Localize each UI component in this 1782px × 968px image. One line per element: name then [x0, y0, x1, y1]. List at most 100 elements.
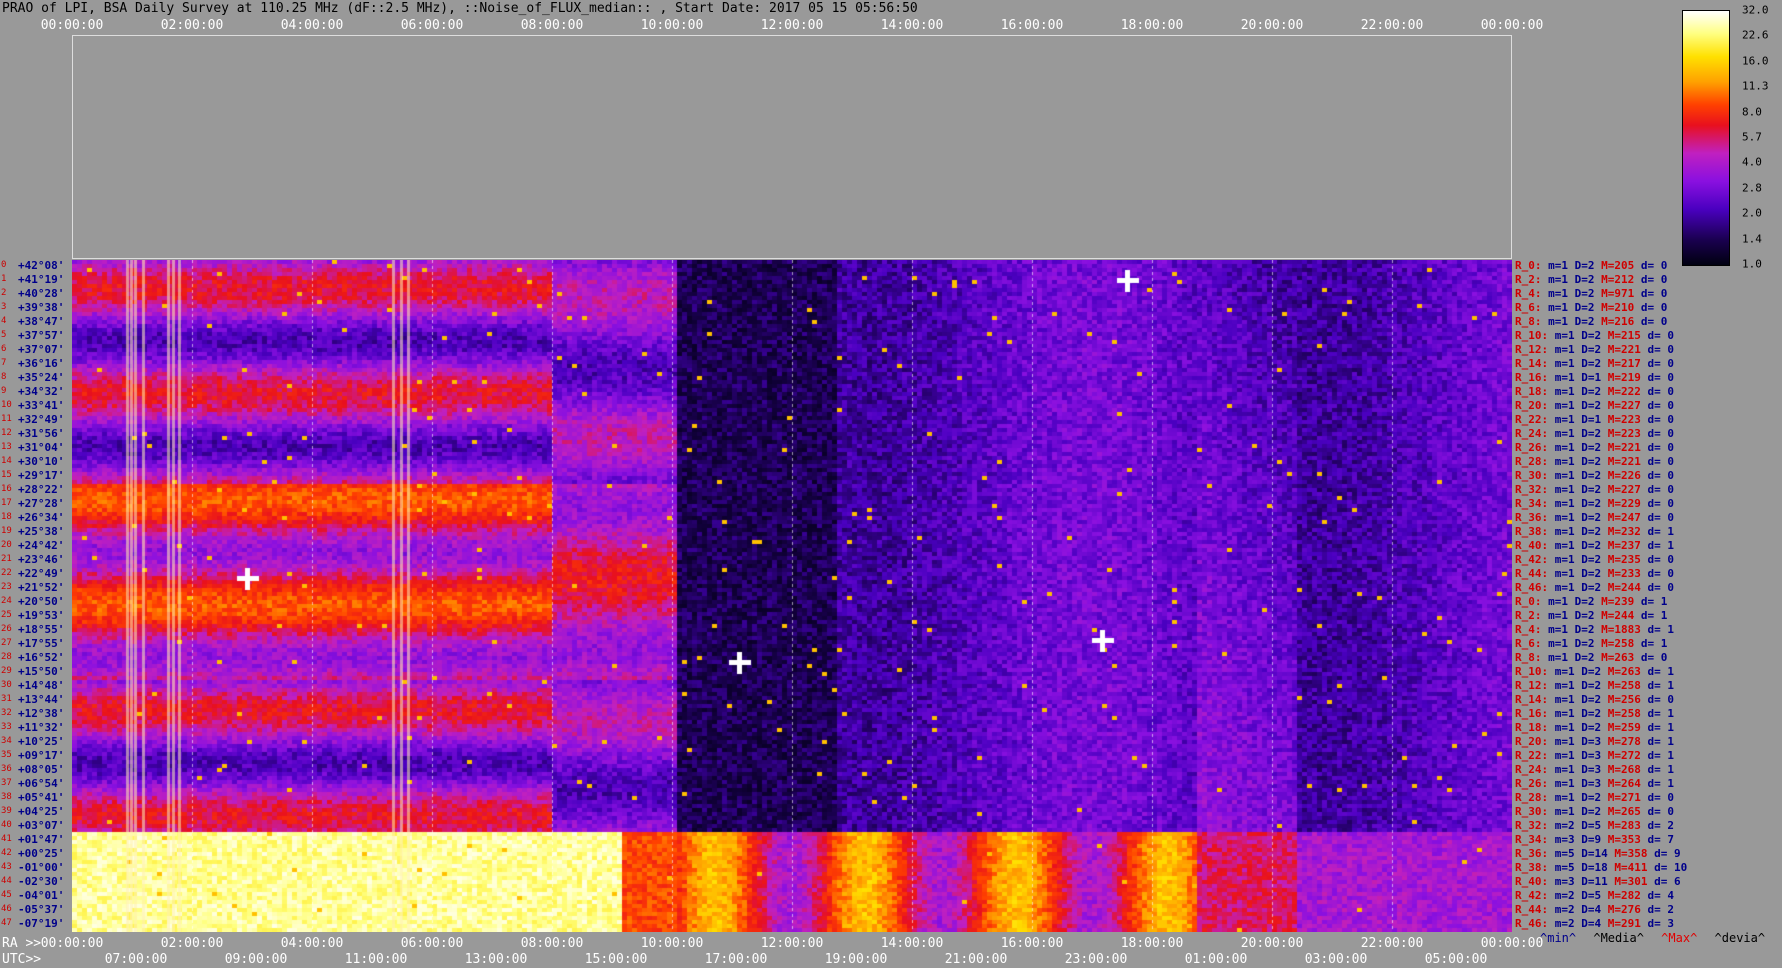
stat-dev: D=11	[1581, 875, 1608, 888]
stat-row: R_24: m=1 D=3 M=268 d= 1	[1515, 763, 1674, 776]
stat-dev: D=1	[1581, 413, 1602, 426]
stat-row: R_14: m=1 D=2 M=217 d= 0	[1515, 357, 1674, 370]
stat-min: m=1	[1554, 497, 1575, 510]
stat-r: R_38:	[1515, 525, 1549, 538]
declination-label: +27°28'	[18, 497, 65, 510]
stat-r: R_38:	[1515, 861, 1549, 874]
stat-r: R_10:	[1515, 329, 1549, 342]
declination-label: -02°30'	[18, 875, 65, 888]
stat-max: M=258	[1607, 679, 1641, 692]
stat-d: d= 0	[1647, 497, 1675, 510]
stat-dev: D=2	[1581, 805, 1602, 818]
stat-r: R_8:	[1515, 315, 1542, 328]
row-index-label: 15	[1, 470, 12, 480]
top-tick-label: 16:00:00	[1000, 18, 1064, 33]
stat-dev: D=2	[1581, 707, 1602, 720]
stat-r: R_20:	[1515, 735, 1549, 748]
stat-row: R_22: m=1 D=3 M=272 d= 1	[1515, 749, 1674, 762]
stat-d: d= 1	[1647, 665, 1675, 678]
row-index-label: 47	[1, 918, 12, 928]
stat-min: m=1	[1554, 665, 1575, 678]
stat-r: R_40:	[1515, 875, 1549, 888]
stat-dev: D=1	[1581, 371, 1602, 384]
stat-max: M=219	[1607, 371, 1641, 384]
row-index-label: 23	[1, 582, 12, 592]
stat-max: M=283	[1607, 819, 1641, 832]
stat-row: R_18: m=1 D=2 M=259 d= 1	[1515, 721, 1674, 734]
stat-dev: D=2	[1574, 637, 1595, 650]
stat-row: R_2: m=1 D=2 M=212 d= 0	[1515, 273, 1667, 286]
stat-d: d= 1	[1647, 539, 1675, 552]
stat-row: R_34: m=3 D=9 M=353 d= 7	[1515, 833, 1674, 846]
stat-row: R_44: m=1 D=2 M=233 d= 0	[1515, 567, 1674, 580]
utc-tick-label: 19:00:00	[824, 952, 888, 967]
stat-row: R_8: m=1 D=2 M=216 d= 0	[1515, 315, 1667, 328]
color-scale-label: 16.0	[1742, 54, 1769, 68]
declination-label: +12°38'	[18, 707, 65, 720]
stat-r: R_12:	[1515, 343, 1549, 356]
declination-label: +21°52'	[18, 581, 65, 594]
declination-label: -05°37'	[18, 903, 65, 916]
declination-label: +31°56'	[18, 427, 65, 440]
stat-max: M=227	[1607, 399, 1641, 412]
stat-row: R_2: m=1 D=2 M=244 d= 1	[1515, 609, 1667, 622]
stat-row: R_24: m=1 D=2 M=223 d= 0	[1515, 427, 1674, 440]
stat-min: m=2	[1554, 903, 1575, 916]
stat-row: R_6: m=1 D=2 M=258 d= 1	[1515, 637, 1667, 650]
utc-tick-label: 15:00:00	[584, 952, 648, 967]
stat-dev: D=2	[1581, 399, 1602, 412]
stat-r: R_8:	[1515, 651, 1542, 664]
stat-max: M=216	[1601, 315, 1635, 328]
row-index-label: 32	[1, 708, 12, 718]
stat-dev: D=2	[1581, 791, 1602, 804]
row-index-label: 30	[1, 680, 12, 690]
row-index-label: 35	[1, 750, 12, 760]
stat-dev: D=2	[1574, 273, 1595, 286]
row-index-label: 1	[1, 274, 7, 284]
stat-row: R_10: m=1 D=2 M=215 d= 0	[1515, 329, 1674, 342]
stat-min: m=1	[1548, 315, 1568, 328]
row-index-label: 26	[1, 624, 12, 634]
stat-r: R_14:	[1515, 357, 1549, 370]
stat-dev: D=5	[1581, 889, 1602, 902]
stat-max: M=971	[1601, 287, 1635, 300]
declination-label: +15°50'	[18, 665, 65, 678]
declination-label: +42°08'	[18, 259, 65, 272]
stat-r: R_4:	[1515, 623, 1542, 636]
stat-r: R_42:	[1515, 553, 1549, 566]
declination-axis: +42°08' 0 +41°19' 1 +40°28' 2 +39°38' 3 +38°47' 4…	[0, 259, 72, 932]
color-scale-bar	[1682, 10, 1730, 266]
declination-label: +29°17'	[18, 469, 65, 482]
stat-max: M=232	[1607, 525, 1641, 538]
page-title: PRAO of LPI, BSA Daily Survey at 110.25 …	[2, 1, 918, 16]
row-index-label: 5	[1, 330, 7, 340]
stat-d: d= 0	[1647, 441, 1675, 454]
stat-dev: D=2	[1581, 679, 1602, 692]
row-statistics-panel: R_0: m=1 D=2 M=205 d= 0 R_2: m=1 D=2 M=21…	[1515, 259, 1782, 932]
stat-d: d= 6	[1654, 875, 1681, 888]
stat-row: R_40: m=3 D=11 M=301 d= 6	[1515, 875, 1681, 888]
stat-min: m=1	[1548, 623, 1568, 636]
ra-tick-label: 12:00:00	[760, 936, 824, 951]
stat-max: M=217	[1607, 357, 1641, 370]
stat-row: R_20: m=1 D=2 M=227 d= 0	[1515, 399, 1674, 412]
stat-d: d= 1	[1647, 707, 1675, 720]
stat-dev: D=9	[1581, 833, 1602, 846]
top-tick-label: 12:00:00	[760, 18, 824, 33]
stat-r: R_26:	[1515, 441, 1549, 454]
color-scale-label: 32.0	[1742, 3, 1769, 17]
stat-d: d= 1	[1647, 623, 1675, 636]
row-index-label: 7	[1, 358, 7, 368]
stat-min: m=1	[1548, 287, 1568, 300]
stat-r: R_30:	[1515, 805, 1549, 818]
stat-row: R_6: m=1 D=2 M=210 d= 0	[1515, 301, 1667, 314]
stat-r: R_16:	[1515, 371, 1549, 384]
stat-d: d= 0	[1647, 343, 1675, 356]
stat-row: R_0: m=1 D=2 M=239 d= 1	[1515, 595, 1667, 608]
stat-min: m=1	[1554, 343, 1575, 356]
stat-r: R_40:	[1515, 539, 1549, 552]
stat-dev: D=2	[1574, 623, 1595, 636]
stat-d: d= 7	[1647, 833, 1675, 846]
stat-r: R_36:	[1515, 511, 1549, 524]
stat-min: m=1	[1554, 777, 1575, 790]
